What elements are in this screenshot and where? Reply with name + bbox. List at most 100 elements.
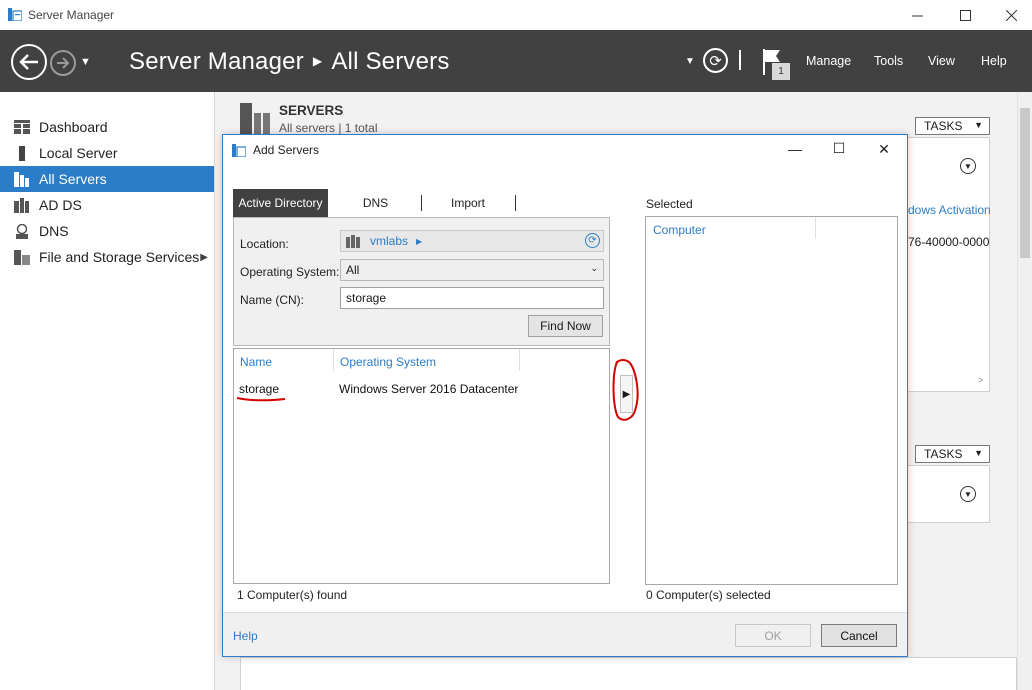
tab-label: Import xyxy=(450,196,485,210)
close-window-button[interactable] xyxy=(988,0,1032,30)
bg-cell: 76-40000-0000 xyxy=(908,235,990,249)
location-chevron-icon[interactable]: ▶ xyxy=(416,237,422,246)
dialog-close-icon[interactable]: ✕ xyxy=(874,141,894,158)
bottom-panel xyxy=(240,657,1017,690)
name-value: storage xyxy=(346,291,387,305)
header-divider xyxy=(739,50,741,70)
sidebar-item-label: Dashboard xyxy=(39,119,108,135)
chevron-down-icon: ▼ xyxy=(974,448,983,458)
dialog-minimize-icon[interactable]: — xyxy=(785,141,805,157)
server-manager-app-icon xyxy=(8,8,22,21)
sidebar: Dashboard Local Server All Servers AD DS… xyxy=(0,92,215,690)
location-field[interactable]: vmlabs ▶ ⟳ xyxy=(340,230,604,252)
column-header-os[interactable]: Operating System xyxy=(340,355,436,369)
selected-list: Computer xyxy=(645,216,898,585)
found-status: 1 Computer(s) found xyxy=(237,588,348,602)
history-dropdown-icon[interactable]: ▼ xyxy=(80,56,91,68)
find-now-button[interactable]: Find Now xyxy=(528,315,603,337)
menu-help[interactable]: Help xyxy=(981,54,1007,68)
bg-column-header: dows Activation xyxy=(908,203,990,217)
breadcrumb-current: All Servers xyxy=(331,48,450,75)
tab-dns[interactable]: DNS xyxy=(333,189,418,217)
tasks-label: TASKS xyxy=(924,447,963,461)
tab-label: Active Directory xyxy=(238,196,323,210)
refresh-button[interactable]: ⟳ xyxy=(703,48,728,73)
tab-active-directory[interactable]: Active Directory xyxy=(233,189,328,217)
location-value: vmlabs xyxy=(370,234,409,248)
sidebar-item-all-servers[interactable]: All Servers xyxy=(0,166,214,192)
sidebar-item-file-storage[interactable]: File and Storage Services ▶ xyxy=(0,244,214,270)
help-link[interactable]: Help xyxy=(233,629,258,643)
name-label: Name (CN): xyxy=(240,293,305,307)
sidebar-item-dashboard[interactable]: Dashboard xyxy=(0,114,214,140)
os-value: All xyxy=(346,263,360,277)
column-divider xyxy=(519,349,520,371)
events-panel: ▼ xyxy=(907,465,990,523)
header-dropdown-icon[interactable]: ▼ xyxy=(685,56,695,67)
scrollbar-thumb[interactable] xyxy=(1020,108,1030,258)
os-label: Operating System: xyxy=(240,265,340,279)
menu-view[interactable]: View xyxy=(928,54,955,68)
sidebar-item-label: AD DS xyxy=(39,197,82,213)
dialog-maximize-icon[interactable]: ☐ xyxy=(829,140,849,157)
cancel-button[interactable]: Cancel xyxy=(821,624,897,647)
tab-import[interactable]: Import xyxy=(423,189,513,217)
name-input[interactable]: storage xyxy=(340,287,604,309)
dashboard-icon xyxy=(14,119,30,135)
title-bar: Server Manager xyxy=(0,0,1032,30)
menu-manage[interactable]: Manage xyxy=(806,54,851,68)
add-servers-dialog: Add Servers — ☐ ✕ Active Directory DNS I… xyxy=(222,134,908,657)
ok-label: OK xyxy=(764,628,782,643)
servers-icon xyxy=(14,171,30,187)
search-panel: Location: vmlabs ▶ ⟳ Operating System: A… xyxy=(233,217,610,346)
app-header: ▼ Server Manager ▶ All Servers ▼ ⟳ 1 Manag… xyxy=(0,30,1032,92)
maximize-button[interactable] xyxy=(942,0,988,30)
sidebar-item-ad-ds[interactable]: AD DS xyxy=(0,192,214,218)
forward-button[interactable] xyxy=(50,50,76,76)
selected-label: Selected xyxy=(646,197,693,211)
collapse-icon[interactable]: ▼ xyxy=(960,158,976,174)
chevron-down-icon: ⌄ xyxy=(590,263,598,273)
dialog-title: Add Servers xyxy=(253,143,320,157)
server-icon xyxy=(14,145,30,161)
results-list: Name Operating System storage Windows Se… xyxy=(233,348,610,584)
notification-count-badge: 1 xyxy=(772,63,790,80)
result-os: Windows Server 2016 Datacenter xyxy=(339,382,519,396)
back-button[interactable] xyxy=(11,44,47,80)
tasks-button-servers[interactable]: TASKS ▼ xyxy=(915,117,990,135)
column-divider xyxy=(815,217,816,239)
domain-icon xyxy=(346,234,360,248)
location-label: Location: xyxy=(240,237,289,251)
tasks-button-events[interactable]: TASKS ▼ xyxy=(915,445,990,463)
servers-section-subtitle: All servers | 1 total xyxy=(279,121,378,135)
breadcrumb: Server Manager ▶ All Servers xyxy=(129,48,450,76)
scroll-right-icon[interactable]: > xyxy=(978,375,983,385)
ok-button[interactable]: OK xyxy=(735,624,811,647)
cancel-label: Cancel xyxy=(840,628,878,643)
arrow-left-icon xyxy=(19,54,38,70)
sidebar-item-local-server[interactable]: Local Server xyxy=(0,140,214,166)
tab-label: DNS xyxy=(362,196,389,210)
tab-divider xyxy=(421,195,422,211)
column-header-computer[interactable]: Computer xyxy=(653,223,706,237)
collapse-icon[interactable]: ▼ xyxy=(960,486,976,502)
selected-status: 0 Computer(s) selected xyxy=(646,588,771,602)
add-servers-dialog-icon xyxy=(232,144,246,157)
menu-tools[interactable]: Tools xyxy=(874,54,903,68)
window-title: Server Manager xyxy=(28,8,115,22)
dns-icon xyxy=(14,223,30,239)
servers-section-title: SERVERS xyxy=(279,103,344,118)
column-header-name[interactable]: Name xyxy=(240,355,272,369)
sidebar-item-label: Local Server xyxy=(39,145,118,161)
servers-panel: ▼ dows Activation 76-40000-0000 > xyxy=(907,137,990,392)
chevron-down-icon: ▼ xyxy=(974,120,983,130)
sidebar-item-dns[interactable]: DNS xyxy=(0,218,214,244)
dialog-footer: Help OK Cancel xyxy=(223,612,907,656)
tab-divider xyxy=(515,195,516,211)
minimize-button[interactable] xyxy=(894,0,940,30)
location-refresh-icon[interactable]: ⟳ xyxy=(585,233,600,248)
find-now-label: Find Now xyxy=(540,319,591,333)
breadcrumb-root[interactable]: Server Manager xyxy=(129,48,304,75)
os-select[interactable]: All ⌄ xyxy=(340,259,604,281)
main-scrollbar[interactable] xyxy=(1017,92,1032,690)
